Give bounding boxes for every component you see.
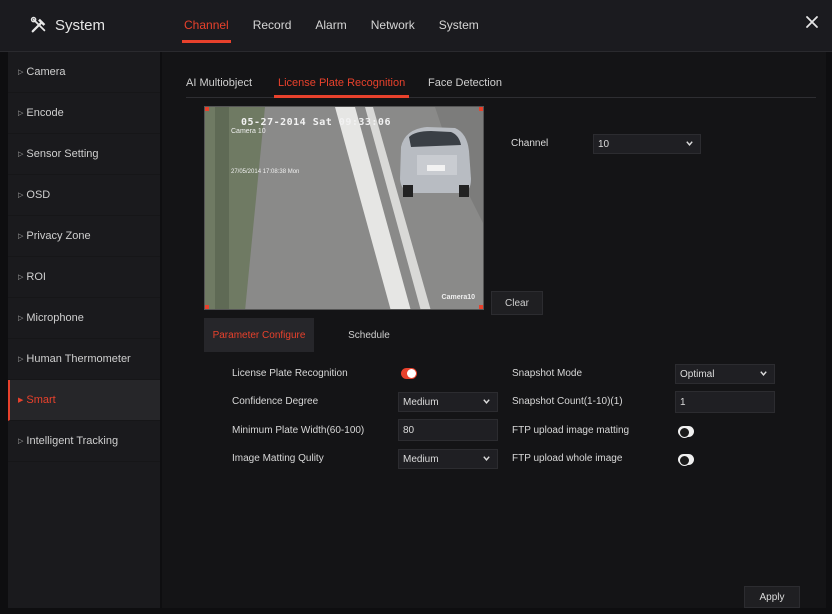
app-title: System: [30, 16, 105, 34]
chevron-right-icon: ▷: [18, 315, 24, 322]
sidebar-item-encode[interactable]: ▷ Encode: [8, 93, 160, 134]
chevron-right-icon: ▶: [18, 397, 24, 404]
matting-quality-label: Image Matting Qulity: [232, 453, 324, 464]
chevron-down-icon: [483, 399, 490, 404]
osd-secondary-time: 27/05/2014 17:08:38 Mon: [231, 169, 300, 175]
tab-channel[interactable]: Channel: [182, 18, 231, 43]
resize-handle[interactable]: [205, 107, 209, 111]
chevron-right-icon: ▷: [18, 356, 24, 363]
sidebar-item-roi[interactable]: ▷ ROI: [8, 257, 160, 298]
sidebar-item-intelligent-tracking[interactable]: ▷ Intelligent Tracking: [8, 421, 160, 462]
sidebar-item-human-thermometer[interactable]: ▷ Human Thermometer: [8, 339, 160, 380]
channel-select-value: 10: [598, 138, 610, 150]
sidebar-item-label: Sensor Setting: [26, 148, 99, 160]
tab-record[interactable]: Record: [253, 18, 292, 32]
sidebar-item-label: Smart: [26, 394, 56, 406]
chevron-right-icon: ▷: [18, 274, 24, 281]
ftp-whole-image-toggle[interactable]: [678, 454, 694, 466]
chevron-right-icon: ▷: [18, 192, 24, 199]
osd-timestamp: 05-27-2014 Sat 09:33:06: [241, 117, 391, 128]
ftp-image-matting-toggle[interactable]: [678, 426, 694, 438]
sidebar-item-sensor-setting[interactable]: ▷ Sensor Setting: [8, 134, 160, 175]
osd-camera-name: Camera10: [441, 294, 475, 301]
ftp-whole-image-label: FTP upload whole image: [512, 453, 623, 464]
chevron-right-icon: ▷: [18, 69, 24, 76]
snapshot-mode-label: Snapshot Mode: [512, 368, 583, 379]
main-panel: AI Multiobject License Plate Recognition…: [162, 52, 826, 608]
matting-quality-select-value: Medium: [403, 453, 439, 465]
confidence-select-value: Medium: [403, 396, 439, 408]
tab-alarm[interactable]: Alarm: [315, 18, 346, 32]
tab-schedule[interactable]: Schedule: [314, 318, 424, 352]
sidebar-item-privacy-zone[interactable]: ▷ Privacy Zone: [8, 216, 160, 257]
video-preview[interactable]: 05-27-2014 Sat 09:33:06 Camera 10 27/05/…: [204, 106, 484, 310]
snapshot-count-input[interactable]: 1: [675, 391, 775, 413]
snapshot-mode-select-value: Optimal: [680, 368, 715, 380]
min-plate-width-value: 80: [403, 424, 415, 436]
close-icon[interactable]: [804, 14, 820, 30]
ftp-image-matting-label: FTP upload image matting: [512, 425, 630, 436]
sidebar-item-label: Microphone: [26, 312, 84, 324]
tab-parameter-configure[interactable]: Parameter Configure: [204, 318, 314, 352]
channel-select[interactable]: 10: [593, 134, 701, 154]
chevron-right-icon: ▷: [18, 151, 24, 158]
sub-tabs: AI Multiobject License Plate Recognition…: [186, 74, 816, 98]
camera-scene: [205, 107, 483, 309]
chevron-down-icon: [483, 456, 490, 461]
sidebar-item-label: Intelligent Tracking: [26, 435, 119, 447]
sidebar-item-label: Privacy Zone: [26, 230, 91, 242]
min-plate-width-label: Minimum Plate Width(60-100): [232, 425, 365, 436]
sidebar-item-label: ROI: [26, 271, 46, 283]
tools-icon: [30, 16, 46, 33]
osd-camera-label: Camera 10: [231, 128, 266, 135]
sidebar-item-label: Encode: [26, 107, 64, 119]
sidebar-item-camera[interactable]: ▷ Camera: [8, 52, 160, 93]
top-tabs: Channel Record Alarm Network System: [182, 18, 503, 43]
sidebar-item-label: Human Thermometer: [26, 353, 131, 365]
config-tabs: Parameter Configure Schedule: [204, 318, 424, 352]
chevron-right-icon: ▷: [18, 110, 24, 117]
lpr-toggle[interactable]: [401, 368, 417, 379]
confidence-select[interactable]: Medium: [398, 392, 498, 412]
sidebar: ▷ Camera ▷ Encode ▷ Sensor Setting ▷ OSD ▷ Pr…: [8, 52, 160, 608]
sidebar-item-osd[interactable]: ▷ OSD: [8, 175, 160, 216]
min-plate-width-input[interactable]: 80: [398, 419, 498, 441]
resize-handle[interactable]: [479, 305, 483, 309]
sidebar-item-label: OSD: [26, 189, 51, 201]
chevron-down-icon: [760, 371, 767, 376]
tab-network[interactable]: Network: [371, 18, 415, 32]
sidebar-item-microphone[interactable]: ▷ Microphone: [8, 298, 160, 339]
confidence-label: Confidence Degree: [232, 396, 319, 407]
chevron-right-icon: ▷: [18, 233, 24, 240]
tab-face-detection[interactable]: Face Detection: [428, 77, 502, 89]
snapshot-count-value: 1: [680, 396, 686, 408]
clear-button[interactable]: Clear: [491, 291, 543, 315]
sidebar-item-label: Camera: [26, 66, 66, 78]
snapshot-count-label: Snapshot Count(1-10)(1): [512, 396, 623, 407]
channel-label: Channel: [511, 138, 549, 149]
snapshot-mode-select[interactable]: Optimal: [675, 364, 775, 384]
lpr-label: License Plate Recognition: [232, 368, 348, 379]
top-bar: System Channel Record Alarm Network Syst…: [0, 0, 832, 52]
sidebar-item-smart[interactable]: ▶ Smart: [8, 380, 160, 421]
tab-ai-multiobject[interactable]: AI Multiobject: [186, 77, 252, 89]
app-title-text: System: [55, 16, 106, 34]
chevron-down-icon: [686, 141, 693, 146]
resize-handle[interactable]: [205, 305, 209, 309]
tab-system[interactable]: System: [439, 18, 479, 32]
matting-quality-select[interactable]: Medium: [398, 449, 498, 469]
resize-handle[interactable]: [479, 107, 483, 111]
chevron-right-icon: ▷: [18, 438, 24, 445]
apply-button[interactable]: Apply: [744, 586, 800, 608]
tab-license-plate-recognition[interactable]: License Plate Recognition: [273, 77, 410, 98]
